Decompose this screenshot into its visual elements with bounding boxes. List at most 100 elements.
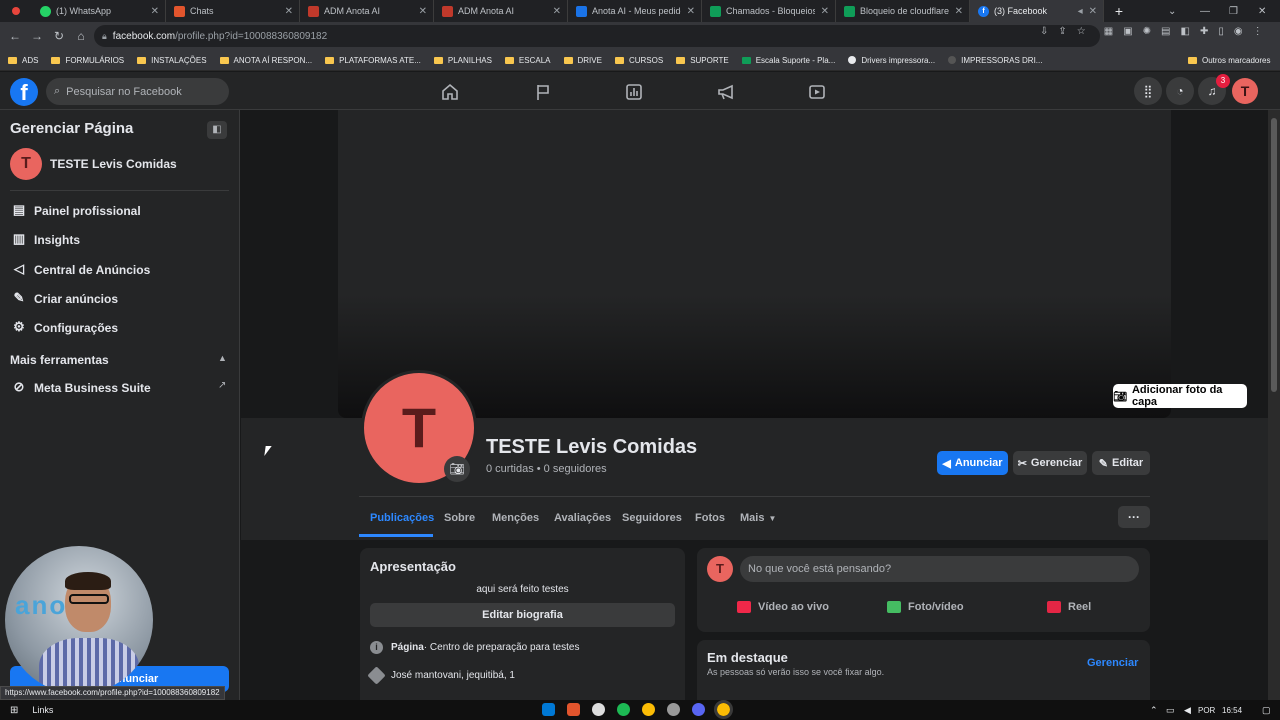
tab-about[interactable]: Sobre	[444, 512, 475, 524]
reel-button[interactable]: Reel	[1047, 601, 1091, 613]
avatar[interactable]: T	[1232, 78, 1258, 104]
tab-chats[interactable]: Chats ✕	[166, 0, 300, 22]
advertise-button[interactable]: ◀ Anunciar	[937, 451, 1008, 475]
edit-button[interactable]: ✎ Editar	[1092, 451, 1150, 475]
home-icon[interactable]: ⌂	[70, 29, 92, 43]
close-icon[interactable]: ✕	[419, 6, 427, 17]
tab-followers[interactable]: Seguidores	[622, 512, 682, 524]
bookmark-folder[interactable]: SUPORTE	[676, 56, 729, 65]
network-icon[interactable]: ▭	[1166, 705, 1175, 716]
bookmark-link[interactable]: IMPRESSORAS DRI...	[948, 56, 1042, 65]
post-input[interactable]: No que você está pensando?	[740, 556, 1139, 582]
restore-icon[interactable]: ❐	[1229, 0, 1238, 22]
other-bookmarks[interactable]: Outros marcadores	[1188, 56, 1270, 65]
close-icon[interactable]: ✕	[687, 6, 695, 17]
bookmark-folder[interactable]: INSTALAÇÕES	[137, 56, 207, 65]
add-cover-photo-button[interactable]: 📷︎ Adicionar foto da capa	[1113, 384, 1247, 408]
bookmark-folder[interactable]: ESCALA	[504, 56, 551, 65]
close-icon[interactable]: ✕	[955, 6, 963, 17]
sidebar-item-professional-dashboard[interactable]: ▤ Painel profissional	[10, 202, 141, 220]
bookmark-link[interactable]: Drivers impressora...	[848, 56, 935, 65]
menu-grid-icon[interactable]: ⣿	[1134, 77, 1162, 105]
links-toolbar[interactable]: Links	[32, 705, 53, 715]
sidebar-item-create-ads[interactable]: ✎ Criar anúncios	[10, 290, 118, 308]
more-options-button[interactable]: ···	[1118, 506, 1150, 528]
video-icon[interactable]	[807, 82, 827, 102]
extension-icon[interactable]: ▦	[1104, 26, 1113, 37]
forward-icon[interactable]: →	[26, 29, 48, 43]
facebook-logo-icon[interactable]: f	[10, 78, 38, 106]
tab-whatsapp[interactable]: (1) WhatsApp ✕	[32, 0, 166, 22]
close-icon[interactable]: ✕	[553, 6, 561, 17]
tab-cloudflare[interactable]: Bloqueio de cloudflare - ✕	[836, 0, 970, 22]
discord-icon[interactable]	[692, 703, 705, 716]
more-tools-header[interactable]: Mais ferramentas	[10, 353, 109, 367]
browser-menu[interactable]	[0, 0, 32, 22]
extension-icon[interactable]: ✺	[1143, 26, 1151, 37]
profile-icon[interactable]: ◉	[1234, 26, 1243, 37]
insights-icon[interactable]	[624, 82, 644, 102]
sidebar-item-meta-business-suite[interactable]: ⊘ Meta Business Suite	[10, 379, 151, 397]
url-field[interactable]: 🔒︎ facebook.com/profile.php?id=100088360…	[94, 25, 1100, 47]
tab-adm-anota-2[interactable]: ADM Anota AI ✕	[434, 0, 568, 22]
extension-icon[interactable]: ▤	[1161, 26, 1170, 37]
back-icon[interactable]: ←	[4, 29, 26, 43]
scrollbar-thumb[interactable]	[1271, 118, 1277, 392]
extension-icon[interactable]: ◧	[1181, 26, 1190, 37]
language-indicator[interactable]: POR	[1198, 706, 1215, 715]
puzzle-icon[interactable]: ✚	[1200, 26, 1208, 37]
windows-start-icon[interactable]: ⊞	[10, 705, 18, 716]
bookmark-folder[interactable]: CURSOS	[614, 56, 663, 65]
tab-more[interactable]: Mais ▼	[740, 512, 776, 524]
tab-chamados[interactable]: Chamados - Bloqueios C✕	[702, 0, 836, 22]
camera-icon[interactable]: 📷︎	[444, 456, 470, 482]
bookmark-link[interactable]: Escala Suporte - Pla...	[741, 56, 835, 65]
bookmark-folder[interactable]: PLANILHAS	[433, 56, 492, 65]
app-icon[interactable]	[667, 703, 680, 716]
close-icon[interactable]: ✕	[821, 6, 829, 17]
sidebar-page-link[interactable]: T TESTE Levis Comidas	[10, 148, 177, 180]
bookmark-folder[interactable]: FORMULÁRIOS	[51, 56, 124, 65]
star-icon[interactable]: ☆	[1077, 26, 1086, 37]
edge-icon[interactable]	[542, 703, 555, 716]
close-icon[interactable]: ✕	[1089, 6, 1097, 17]
collapse-sidebar-icon[interactable]: ◧	[207, 121, 227, 139]
edit-bio-button[interactable]: Editar biografia	[370, 603, 675, 627]
reload-icon[interactable]: ↻	[48, 29, 70, 43]
app-icon[interactable]	[567, 703, 580, 716]
sidebar-item-ad-center[interactable]: ◁ Central de Anúncios	[10, 261, 150, 279]
tab-facebook[interactable]: f (3) Facebook ◂ ✕	[970, 0, 1104, 22]
app-icon[interactable]	[592, 703, 605, 716]
close-icon[interactable]: ✕	[151, 6, 159, 17]
close-icon[interactable]: ✕	[285, 6, 293, 17]
notification-center-icon[interactable]: ▢	[1262, 705, 1271, 716]
sidepanel-icon[interactable]: ▯	[1218, 26, 1224, 37]
bookmark-folder[interactable]: DRIVE	[563, 56, 602, 65]
page-stats[interactable]: 0 curtidas • 0 seguidores	[486, 463, 607, 475]
bookmark-folder[interactable]: PLATAFORMAS ATE...	[325, 56, 421, 65]
tray-chevron-icon[interactable]: ⌃	[1150, 705, 1158, 716]
tab-adm-anota-1[interactable]: ADM Anota AI ✕	[300, 0, 434, 22]
tab-posts[interactable]: Publicações	[370, 512, 434, 524]
minimize-icon[interactable]: —	[1200, 0, 1210, 22]
live-video-button[interactable]: Vídeo ao vivo	[737, 601, 829, 613]
messenger-icon[interactable]: ◔	[1166, 77, 1194, 105]
sidebar-item-settings[interactable]: ⚙ Configurações	[10, 319, 118, 337]
new-tab-button[interactable]: +	[1104, 3, 1134, 19]
featured-manage-link[interactable]: Gerenciar	[1087, 657, 1138, 669]
extension-icon[interactable]: ▣	[1123, 26, 1132, 37]
kebab-icon[interactable]: ⋮	[1253, 26, 1263, 37]
close-window-icon[interactable]: ✕	[1258, 0, 1266, 22]
bookmark-folder[interactable]: ANOTA AÍ RESPON...	[219, 56, 312, 65]
tab-meus-pedidos[interactable]: Anota AI - Meus pedidos ✕	[568, 0, 702, 22]
home-icon[interactable]	[440, 82, 460, 102]
chevron-up-icon[interactable]: ▲	[218, 353, 227, 363]
tab-reviews[interactable]: Avaliações	[554, 512, 611, 524]
share-icon[interactable]: ⇪	[1058, 26, 1066, 37]
page-scrollbar[interactable]	[1268, 110, 1280, 700]
spotify-icon[interactable]	[617, 703, 630, 716]
flag-icon[interactable]	[533, 82, 553, 102]
manage-button[interactable]: ✂ Gerenciar	[1013, 451, 1087, 475]
tab-mentions[interactable]: Menções	[492, 512, 539, 524]
tab-photos[interactable]: Fotos	[695, 512, 725, 524]
